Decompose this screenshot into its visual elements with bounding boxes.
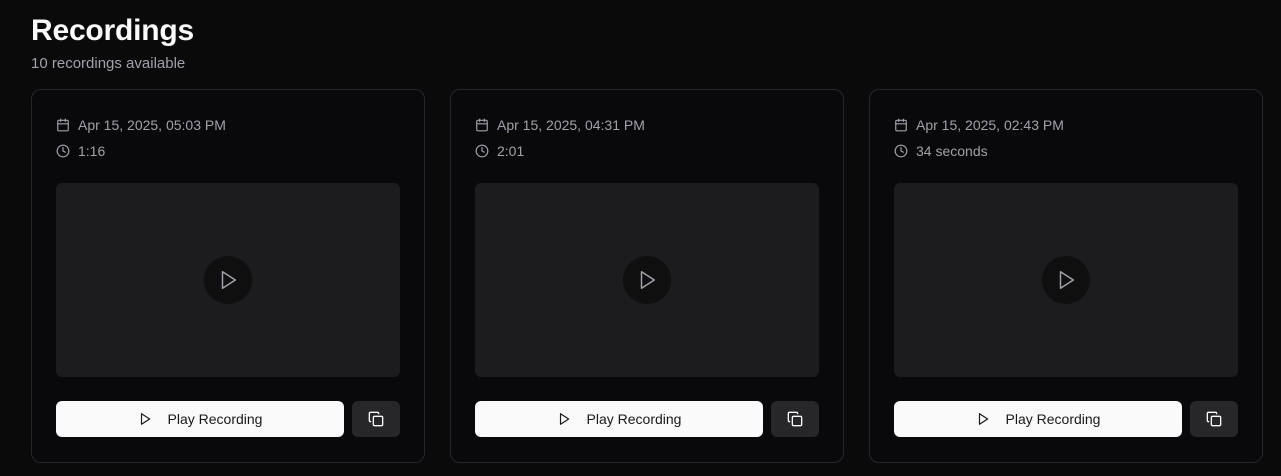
copy-button[interactable] bbox=[1190, 401, 1238, 437]
recording-duration: 2:01 bbox=[497, 143, 525, 159]
copy-button[interactable] bbox=[771, 401, 819, 437]
recording-preview[interactable] bbox=[894, 183, 1238, 377]
preview-play-button[interactable] bbox=[204, 256, 252, 304]
copy-button[interactable] bbox=[352, 401, 400, 437]
recordings-page: Recordings 10 recordings available Apr 1… bbox=[0, 0, 1281, 476]
page-title: Recordings bbox=[31, 14, 195, 47]
play-recording-button[interactable]: Play Recording bbox=[475, 401, 763, 437]
play-recording-label: Play Recording bbox=[1005, 411, 1101, 427]
preview-play-button[interactable] bbox=[623, 256, 671, 304]
play-icon bbox=[1059, 271, 1075, 289]
recording-duration-row: 1:16 bbox=[56, 141, 400, 161]
recording-card: Apr 15, 2025, 04:31 PM 2:01 Play Recordi… bbox=[450, 89, 844, 463]
recording-duration-row: 34 seconds bbox=[894, 141, 1238, 161]
play-icon bbox=[221, 271, 237, 289]
play-recording-label: Play Recording bbox=[167, 411, 263, 427]
recording-preview[interactable] bbox=[56, 183, 400, 377]
recording-actions: Play Recording bbox=[475, 401, 819, 437]
clock-icon bbox=[56, 144, 70, 158]
calendar-icon bbox=[475, 118, 489, 132]
play-recording-label: Play Recording bbox=[586, 411, 682, 427]
copy-icon bbox=[368, 411, 384, 427]
recording-duration-row: 2:01 bbox=[475, 141, 819, 161]
calendar-icon bbox=[894, 118, 908, 132]
recording-date-row: Apr 15, 2025, 04:31 PM bbox=[475, 115, 819, 135]
copy-icon bbox=[787, 411, 803, 427]
page-header: Recordings 10 recordings available bbox=[31, 12, 194, 74]
recording-date: Apr 15, 2025, 05:03 PM bbox=[78, 117, 226, 133]
calendar-icon bbox=[56, 118, 70, 132]
clock-icon bbox=[894, 144, 908, 158]
recording-date: Apr 15, 2025, 04:31 PM bbox=[497, 117, 645, 133]
recording-duration: 1:16 bbox=[78, 143, 106, 159]
preview-play-button[interactable] bbox=[1042, 256, 1090, 304]
play-icon bbox=[138, 412, 152, 426]
recording-date: Apr 15, 2025, 02:43 PM bbox=[916, 117, 1064, 133]
play-icon bbox=[976, 412, 990, 426]
recording-card: Apr 15, 2025, 05:03 PM 1:16 Play Recordi… bbox=[31, 89, 425, 463]
recording-date-row: Apr 15, 2025, 05:03 PM bbox=[56, 115, 400, 135]
recording-date-row: Apr 15, 2025, 02:43 PM bbox=[894, 115, 1238, 135]
recording-duration: 34 seconds bbox=[916, 143, 988, 159]
recordings-grid: Apr 15, 2025, 05:03 PM 1:16 Play Recordi… bbox=[31, 89, 1263, 463]
clock-icon bbox=[475, 144, 489, 158]
play-recording-button[interactable]: Play Recording bbox=[56, 401, 344, 437]
recordings-count: 10 recordings available bbox=[31, 55, 186, 72]
play-icon bbox=[557, 412, 571, 426]
recording-actions: Play Recording bbox=[56, 401, 400, 437]
play-recording-button[interactable]: Play Recording bbox=[894, 401, 1182, 437]
recording-actions: Play Recording bbox=[894, 401, 1238, 437]
play-icon bbox=[640, 271, 656, 289]
copy-icon bbox=[1206, 411, 1222, 427]
recording-preview[interactable] bbox=[475, 183, 819, 377]
recording-card: Apr 15, 2025, 02:43 PM 34 seconds Play R… bbox=[869, 89, 1263, 463]
